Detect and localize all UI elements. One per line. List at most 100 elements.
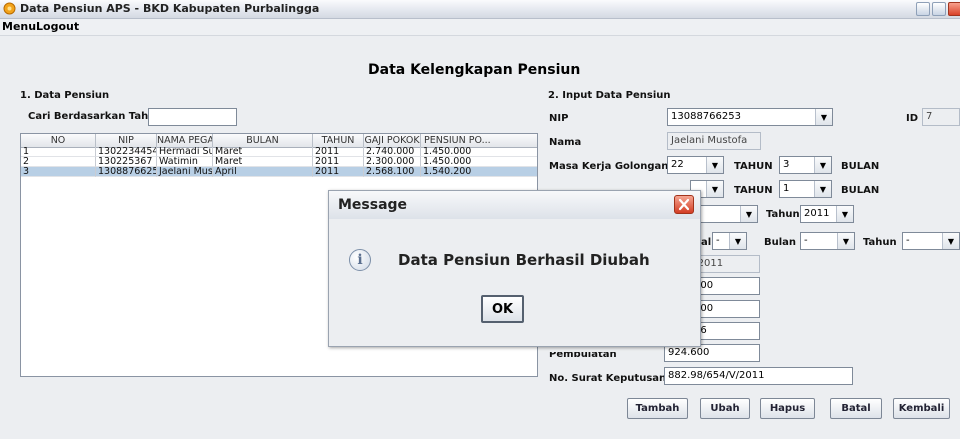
- chevron-down-icon[interactable]: ▼: [814, 157, 831, 173]
- window-title: Data Pensiun APS - BKD Kabupaten Purbali…: [20, 2, 320, 15]
- cell-bulan: Maret: [213, 157, 313, 167]
- mkg-combobox[interactable]: 22 ▼: [667, 156, 724, 174]
- form-title: Data Kelengkapan Pensiun: [368, 62, 581, 78]
- info-icon: i: [349, 249, 371, 271]
- chevron-down-icon[interactable]: ▼: [836, 206, 853, 222]
- column-header-nip[interactable]: NIP: [96, 134, 157, 147]
- cell-nip: 13088766253: [96, 167, 157, 177]
- cell-nama: Watimin: [157, 157, 213, 167]
- table-row[interactable]: 2 130225367 Watimin Maret 2011 2.300.000…: [21, 157, 537, 167]
- no-surat-keputusan-label: No. Surat Keputusan: [549, 373, 667, 384]
- column-header-no[interactable]: NO: [21, 134, 96, 147]
- mkg-tahun-value: 3: [783, 159, 790, 170]
- maximize-button[interactable]: [932, 2, 946, 16]
- bulan-label-row2: BULAN: [841, 185, 880, 196]
- bulan-value: -: [804, 235, 808, 246]
- chevron-down-icon[interactable]: ▼: [837, 233, 854, 249]
- tambah-button[interactable]: Tambah: [627, 398, 688, 419]
- dialog-title: Message: [338, 197, 408, 213]
- cell-tahun: 2011: [313, 157, 364, 167]
- section-input-label: 2. Input Data Pensiun: [548, 90, 671, 101]
- tahun-label-row4: Tahun: [863, 237, 897, 248]
- chevron-down-icon[interactable]: ▼: [814, 181, 831, 197]
- id-label: ID: [906, 113, 919, 124]
- ubah-button[interactable]: Ubah: [700, 398, 750, 419]
- tahun-label-row3: Tahun: [766, 209, 800, 220]
- cell-gaji-pokok: 2.300.000: [364, 157, 421, 167]
- chevron-down-icon[interactable]: ▼: [706, 157, 723, 173]
- column-header-tahun[interactable]: TAHUN: [313, 134, 364, 147]
- chevron-down-icon[interactable]: ▼: [740, 206, 757, 222]
- row2-tahun-value: 1: [783, 183, 790, 194]
- close-icon: [678, 198, 690, 211]
- chevron-down-icon[interactable]: ▼: [815, 109, 832, 125]
- bulan-label: BULAN: [841, 161, 880, 172]
- cell-tahun: 2011: [313, 147, 364, 157]
- cell-nip: 130223445455: [96, 147, 157, 157]
- no-surat-keputusan-field[interactable]: 882.98/654/V/2011: [664, 367, 853, 385]
- tahun-value-row4: -: [906, 235, 910, 246]
- table-header: NO NIP NAMA PEGAWAI BULAN TAHUN GAJI POK…: [21, 134, 537, 148]
- menu-item-logout[interactable]: Logout: [36, 20, 79, 33]
- chevron-down-icon[interactable]: ▼: [729, 233, 746, 249]
- dialog-titlebar[interactable]: Message: [329, 191, 700, 219]
- row2-tahun-combobox[interactable]: 1 ▼: [779, 180, 832, 198]
- tahun-combobox-row4[interactable]: - ▼: [902, 232, 960, 250]
- cell-pensiun-pokok: 1.450.000: [421, 157, 537, 167]
- column-header-gaji-pokok[interactable]: GAJI POKOK: [364, 134, 421, 147]
- batal-button[interactable]: Batal: [830, 398, 882, 419]
- nama-field[interactable]: Jaelani Mustofa: [667, 132, 761, 150]
- nip-label: NIP: [549, 113, 569, 124]
- ok-button[interactable]: OK: [481, 295, 524, 323]
- tanggal-value: -: [716, 235, 720, 246]
- cell-pensiun-pokok: 1.450.000: [421, 147, 537, 157]
- mkg-value: 22: [671, 159, 684, 170]
- section-data-pensiun-label: 1. Data Pensiun: [20, 90, 110, 101]
- close-window-button[interactable]: [948, 2, 960, 16]
- table-row-selected[interactable]: 3 13088766253 Jaelani Mustofa April 2011…: [21, 167, 537, 177]
- tahun-2011-combobox[interactable]: 2011 ▼: [800, 205, 854, 223]
- dialog-message: Data Pensiun Berhasil Diubah: [398, 251, 650, 269]
- chevron-down-icon[interactable]: ▼: [706, 181, 723, 197]
- menubar: Menu Logout: [0, 19, 960, 36]
- cell-nama: Jaelani Mustofa: [157, 167, 213, 177]
- bulan-combobox[interactable]: - ▼: [800, 232, 855, 250]
- mkg-tahun-combobox[interactable]: 3 ▼: [779, 156, 832, 174]
- menu-item-menu[interactable]: Menu: [2, 20, 36, 33]
- cell-tahun: 2011: [313, 167, 364, 177]
- row3-combobox[interactable]: ▼: [700, 205, 758, 223]
- dialog-close-button[interactable]: [674, 195, 694, 214]
- nip-combobox[interactable]: 13088766253 ▼: [667, 108, 833, 126]
- window-titlebar[interactable]: Data Pensiun APS - BKD Kabupaten Purbali…: [0, 0, 960, 19]
- cell-gaji-pokok: 2.568.100: [364, 167, 421, 177]
- message-dialog[interactable]: Message i Data Pensiun Berhasil Diubah O…: [328, 190, 701, 347]
- table-row[interactable]: 1 130223445455 Hermadi Sus... Maret 2011…: [21, 147, 537, 157]
- column-header-nama[interactable]: NAMA PEGAWAI: [157, 134, 213, 147]
- id-field[interactable]: 7: [922, 108, 960, 126]
- column-header-pensiun-pokok[interactable]: PENSIUN PO...: [421, 134, 537, 147]
- tahun-label-row2: TAHUN: [734, 185, 773, 196]
- bulan-label-row4: Bulan: [764, 237, 797, 248]
- cell-gaji-pokok: 2.740.000: [364, 147, 421, 157]
- hapus-button[interactable]: Hapus: [760, 398, 815, 419]
- cell-no: 3: [21, 167, 96, 177]
- tanggal-combobox[interactable]: - ▼: [712, 232, 747, 250]
- minimize-button[interactable]: [916, 2, 930, 16]
- nip-value: 13088766253: [671, 111, 741, 122]
- cell-pensiun-pokok: 1.540.200: [421, 167, 537, 177]
- nama-label: Nama: [549, 137, 582, 148]
- chevron-down-icon[interactable]: ▼: [942, 233, 959, 249]
- cell-nip: 130225367: [96, 157, 157, 167]
- app-icon: [3, 2, 16, 15]
- search-year-input[interactable]: [148, 108, 237, 126]
- kembali-button[interactable]: Kembali: [893, 398, 950, 419]
- cell-bulan: April: [213, 167, 313, 177]
- column-header-bulan[interactable]: BULAN: [213, 134, 313, 147]
- tahun-label: TAHUN: [734, 161, 773, 172]
- cell-nama: Hermadi Sus...: [157, 147, 213, 157]
- cell-bulan: Maret: [213, 147, 313, 157]
- cell-no: 1: [21, 147, 96, 157]
- search-year-label: Cari Berdasarkan Tahun: [28, 111, 163, 122]
- masa-kerja-golongan-label: Masa Kerja Golongan: [549, 161, 669, 172]
- tanggal-label-partial: al: [701, 237, 712, 248]
